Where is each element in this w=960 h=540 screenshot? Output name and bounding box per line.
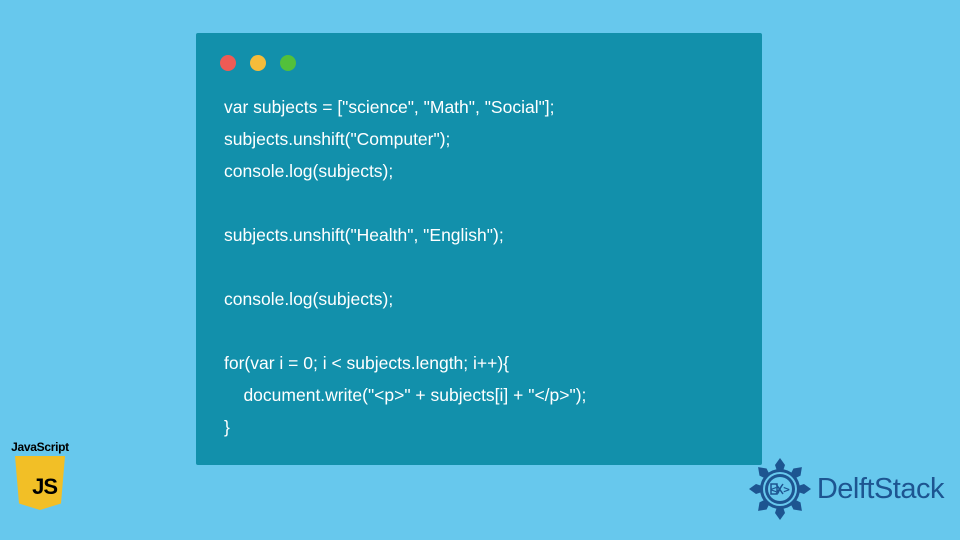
svg-text:</>: </> bbox=[770, 483, 790, 496]
delftstack-brand-text: DelftStack bbox=[817, 473, 944, 506]
window-controls bbox=[220, 55, 296, 71]
javascript-shield-icon: JS bbox=[15, 456, 65, 510]
javascript-badge: JavaScript JS bbox=[5, 440, 75, 510]
code-block: var subjects = ["science", "Math", "Soci… bbox=[224, 91, 586, 443]
code-window: var subjects = ["science", "Math", "Soci… bbox=[196, 33, 762, 465]
close-dot-icon bbox=[220, 55, 236, 71]
javascript-label: JavaScript bbox=[5, 440, 75, 454]
maximize-dot-icon bbox=[280, 55, 296, 71]
delftstack-logo: </> DelftStack bbox=[747, 456, 944, 522]
javascript-icon-text: JS bbox=[32, 474, 57, 500]
minimize-dot-icon bbox=[250, 55, 266, 71]
delftstack-emblem-icon: </> bbox=[747, 456, 813, 522]
